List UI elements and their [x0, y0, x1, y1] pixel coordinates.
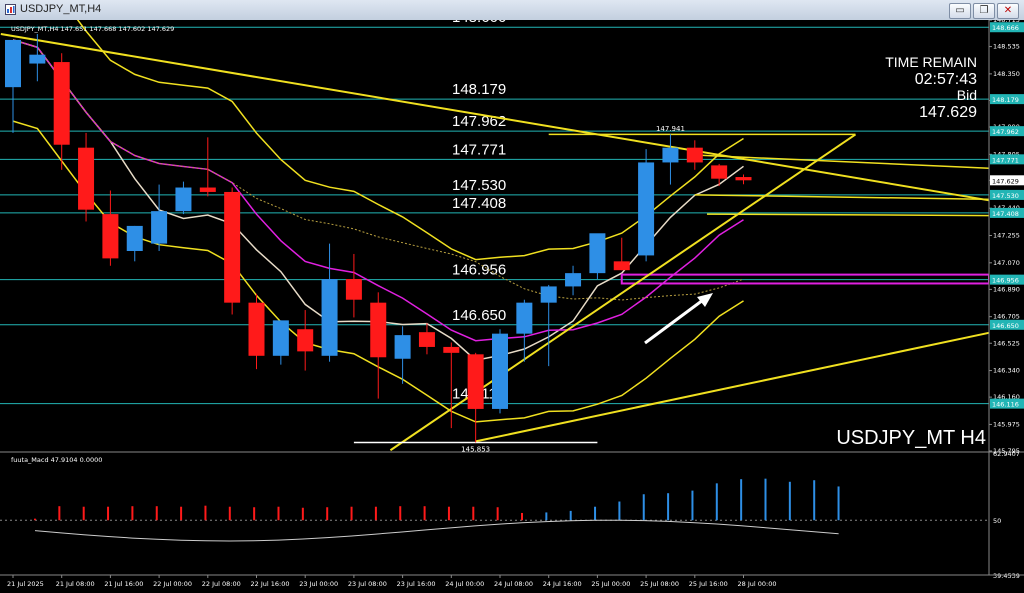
candle-body: [418, 332, 435, 347]
price-tick-label: 146.340: [993, 367, 1020, 375]
time-tick-label: 21 Jul 16:00: [104, 580, 143, 588]
time-tick-label: 23 Jul 08:00: [348, 580, 387, 588]
time-tick-label: 24 Jul 00:00: [445, 580, 484, 588]
time-tick-label: 21 Jul 08:00: [56, 580, 95, 588]
candle-body: [126, 225, 143, 251]
time-remain-label: TIME REMAIN: [885, 54, 977, 70]
candle-body: [5, 39, 21, 88]
candle-body: [662, 147, 679, 163]
level-axis-tag-label: 146.650: [992, 322, 1019, 330]
time-tick-label: 23 Jul 00:00: [299, 580, 338, 588]
candle-body: [175, 187, 192, 212]
time-tick-label: 22 Jul 00:00: [153, 580, 192, 588]
price-tick-label: 146.705: [993, 313, 1020, 321]
level-label: 147.962: [452, 113, 506, 130]
price-tick-label: 145.975: [993, 420, 1020, 428]
level-axis-tag-label: 148.179: [992, 96, 1019, 104]
candle-body: [29, 54, 46, 64]
chart-area[interactable]: 148.666148.179147.962147.771147.530147.4…: [0, 20, 1024, 593]
price-tick-label: 146.890: [993, 285, 1020, 293]
time-tick-label: 23 Jul 16:00: [397, 580, 436, 588]
candle-body: [613, 261, 630, 271]
level-axis-tag-label: 147.530: [992, 192, 1019, 200]
candle-body: [492, 333, 508, 409]
high-extreme-label: 147.941: [656, 125, 685, 133]
restore-button[interactable]: ❐: [973, 3, 995, 19]
macd-title: fuuta_Macd 47.9104 0.0000: [11, 456, 102, 464]
level-axis-tag-label: 147.771: [992, 156, 1019, 164]
macd-tick-label: 39.4539: [993, 572, 1020, 580]
close-button[interactable]: ✕: [997, 3, 1019, 19]
candle-body: [199, 187, 216, 192]
window-title: USDJPY_MT,H4: [20, 3, 102, 15]
bid-value: 147.629: [919, 104, 977, 121]
candle-body: [102, 214, 119, 259]
time-tick-label: 24 Jul 08:00: [494, 580, 533, 588]
minimize-button[interactable]: ▭: [949, 3, 971, 19]
macd-tick-label: 62.9407: [993, 450, 1020, 458]
macd-tick-label: 50: [993, 517, 1001, 525]
price-tick-label: 146.525: [993, 339, 1020, 347]
price-tick-label: 148.350: [993, 70, 1020, 78]
candle-body: [370, 302, 387, 358]
time-tick-label: 28 Jul 00:00: [738, 580, 777, 588]
candle-body: [638, 162, 655, 256]
level-axis-tag-label: 147.962: [992, 128, 1019, 136]
time-tick-label: 22 Jul 16:00: [251, 580, 290, 588]
level-label: 146.650: [452, 307, 506, 324]
time-tick-label: 25 Jul 00:00: [591, 580, 630, 588]
candle-body: [589, 233, 606, 274]
candle-body: [297, 329, 314, 352]
candle-body: [53, 62, 70, 145]
bid-axis-tag-label: 147.629: [992, 177, 1019, 185]
time-tick-label: 21 Jul 2025: [7, 580, 44, 588]
candle-body: [321, 279, 338, 356]
candle-body: [540, 286, 557, 303]
level-label: 148.666: [452, 20, 506, 26]
candle-body: [248, 302, 265, 356]
price-tick-label: 147.255: [993, 232, 1020, 240]
time-tick-label: 24 Jul 16:00: [543, 580, 582, 588]
level-label: 147.530: [452, 177, 506, 194]
candle-body: [735, 177, 752, 181]
candle-body: [394, 335, 411, 359]
time-tick-label: 25 Jul 16:00: [689, 580, 728, 588]
candle-body: [345, 279, 362, 300]
candle-body: [686, 147, 703, 163]
time-tick-label: 25 Jul 08:00: [640, 580, 679, 588]
price-tick-label: 147.070: [993, 259, 1020, 267]
level-axis-tag-label: 146.956: [992, 277, 1019, 285]
chart-window-icon: [5, 4, 16, 15]
level-axis-tag-label: 146.116: [992, 401, 1019, 409]
time-tick-label: 22 Jul 08:00: [202, 580, 241, 588]
time-remain-value: 02:57:43: [915, 71, 977, 88]
symbol-watermark: USDJPY_MT H4: [836, 427, 986, 449]
candle-body: [467, 354, 484, 409]
level-label: 147.771: [452, 141, 506, 158]
level-label: 148.179: [452, 81, 506, 98]
candle-body: [78, 147, 95, 210]
candle-body: [443, 346, 460, 353]
level-axis-tag-label: 148.666: [992, 24, 1019, 32]
bid-label: Bid: [957, 87, 977, 103]
candle-body: [565, 273, 582, 287]
chart-window: USDJPY_MT,H4 ▭ ❐ ✕ 148.666 148.179 147.962…: [0, 0, 1024, 593]
low-extreme-label: 145.853: [461, 445, 490, 453]
window-titlebar: USDJPY_MT,H4 ▭ ❐ ✕: [0, 0, 1024, 20]
price-tick-label: 148.535: [993, 43, 1020, 51]
symbol-header: USDJPY_MT,H4 147.651 147.668 147.602 147…: [11, 25, 174, 33]
level-label: 147.408: [452, 195, 506, 212]
candle-body: [272, 320, 289, 356]
level-axis-tag-label: 147.408: [992, 210, 1019, 218]
candle-body: [711, 165, 728, 179]
chart-background: [0, 20, 1024, 593]
candle-body: [224, 191, 241, 303]
candle-body: [516, 302, 533, 334]
candle-body: [151, 211, 168, 244]
